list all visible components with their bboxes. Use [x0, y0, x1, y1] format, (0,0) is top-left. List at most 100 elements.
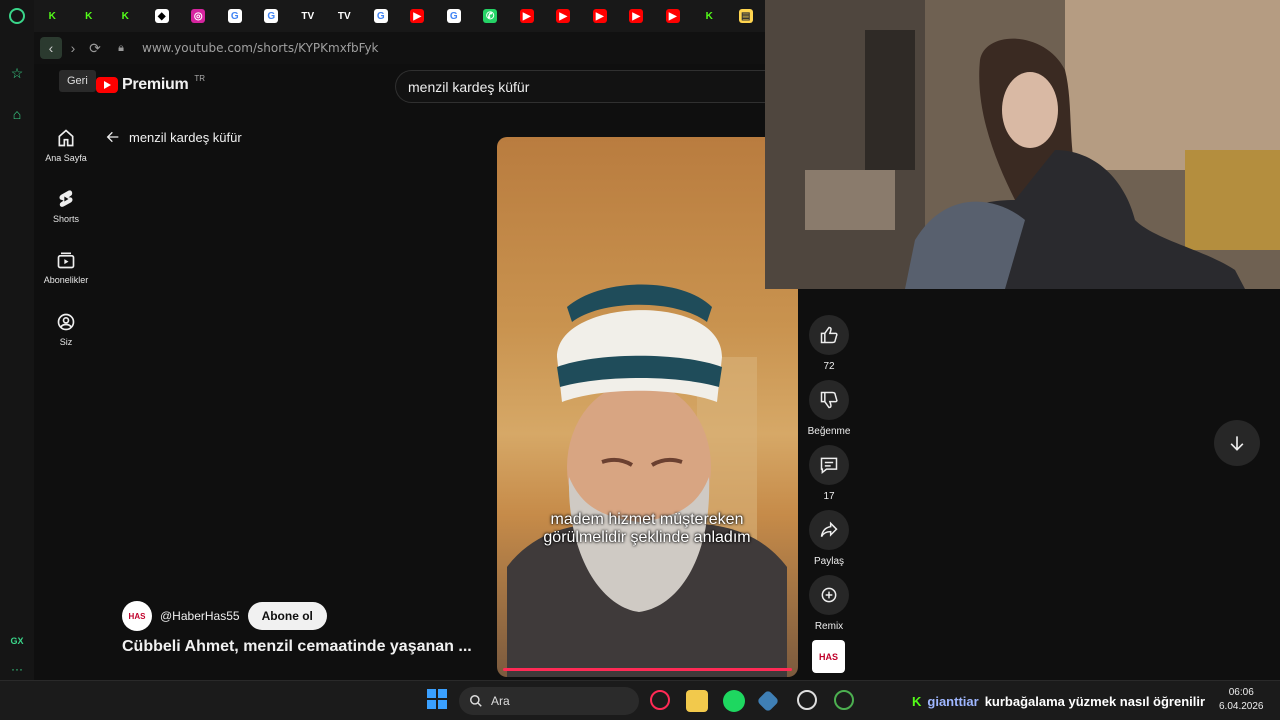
comments-action[interactable]: 17 — [808, 445, 850, 502]
like-button[interactable] — [809, 315, 849, 355]
browser-tab[interactable]: G — [253, 0, 290, 32]
sidebar-label: Abonelikler — [43, 275, 89, 285]
chrome-icon[interactable] — [834, 690, 854, 710]
subscriptions-icon — [57, 252, 75, 269]
shorts-icon — [59, 190, 73, 207]
share-label: Paylaş — [813, 556, 844, 567]
browser-tab[interactable]: G — [363, 0, 400, 32]
arrow-down-icon — [1230, 436, 1244, 451]
webcam-overlay — [765, 0, 1280, 289]
browser-tab[interactable]: ◆ — [144, 0, 181, 32]
remix-action[interactable]: Remix — [808, 575, 850, 632]
sidebar-label: Ana Sayfa — [45, 153, 87, 163]
google-icon: G — [446, 9, 461, 23]
star-icon[interactable]: ☆ — [8, 64, 26, 82]
back-tooltip: Geri — [59, 70, 96, 92]
clock-time: 06:06 — [1228, 687, 1254, 698]
video-progress-bar[interactable] — [503, 668, 792, 671]
channel-thumbnail[interactable]: HAS — [812, 640, 845, 673]
obs-icon[interactable] — [797, 690, 817, 710]
kick-icon: K — [912, 694, 922, 709]
remix-label: Remix — [814, 621, 844, 632]
gx-label[interactable]: GX — [8, 632, 26, 650]
sidebar-item-subscriptions[interactable]: Abonelikler — [40, 250, 92, 285]
share-action[interactable]: Paylaş — [808, 510, 850, 567]
comments-button[interactable] — [809, 445, 849, 485]
comment-icon — [820, 457, 838, 475]
browser-tab[interactable]: K — [34, 0, 71, 32]
search-input[interactable]: menzil kardeş küfür — [395, 70, 775, 103]
forward-button[interactable]: › — [62, 37, 84, 59]
taskbar-search-placeholder: Ara — [491, 694, 510, 708]
browser-tab[interactable]: K — [107, 0, 144, 32]
file-explorer-icon[interactable] — [686, 690, 708, 712]
browser-tab[interactable]: ✆ — [472, 0, 509, 32]
arrow-left-icon[interactable] — [105, 129, 121, 145]
sidebar-item-shorts[interactable]: Shorts — [40, 189, 92, 224]
back-button[interactable]: ‹ — [40, 37, 62, 59]
browser-tab[interactable]: ▶ — [618, 0, 655, 32]
youtube-icon: ▶ — [519, 9, 534, 23]
browser-tab[interactable]: ▶ — [655, 0, 692, 32]
spotify-icon[interactable] — [723, 690, 745, 712]
account-icon — [57, 313, 75, 331]
tab-strip: K K K ◆ ◎ G G TV TV G ▶ G ✆ ▶ ▶ ▶ ▶ ▶ K ▤ — [34, 0, 765, 32]
browser-tab[interactable]: ▤ — [728, 0, 765, 32]
browser-tab[interactable]: G — [217, 0, 254, 32]
chat-message: kurbağalama yüzmek nasıl öğrenilir — [984, 694, 1206, 709]
like-count: 72 — [823, 361, 835, 372]
whatsapp-icon: ✆ — [483, 9, 498, 23]
browser-tab[interactable]: ▶ — [582, 0, 619, 32]
chat-username: gianttiar — [927, 694, 979, 709]
browser-tab[interactable]: K — [71, 0, 108, 32]
browser-tab[interactable]: ▶ — [399, 0, 436, 32]
dislike-button[interactable] — [809, 380, 849, 420]
sidebar-label: Siz — [59, 337, 73, 347]
sidebar-item-home[interactable]: Ana Sayfa — [40, 128, 92, 163]
reload-icon[interactable]: ⟳ — [84, 37, 106, 59]
remix-icon — [821, 587, 837, 603]
windows-start-icon[interactable] — [426, 688, 448, 710]
kick-icon: K — [121, 10, 129, 22]
webcam-image — [765, 0, 1280, 289]
opera-sidebar: ☆ ⌂ GX ··· — [0, 0, 34, 680]
lock-icon[interactable]: 🔒︎ — [110, 37, 132, 59]
like-action[interactable]: 72 — [808, 315, 850, 372]
channel-avatar[interactable]: HAS — [122, 601, 152, 631]
opera-gx-taskbar-icon[interactable] — [650, 690, 670, 710]
browser-tab[interactable]: K — [691, 0, 728, 32]
subscribe-button[interactable]: Abone ol — [247, 602, 327, 630]
sidebar-item-you[interactable]: Siz — [40, 312, 92, 347]
taskbar-search[interactable]: Ara — [459, 687, 639, 715]
query-header[interactable]: menzil kardeş küfür — [105, 129, 242, 145]
system-clock[interactable]: 06:06 6.04.2026 — [1219, 686, 1264, 714]
browser-tab[interactable]: ▶ — [545, 0, 582, 32]
next-video-button[interactable] — [1214, 420, 1260, 466]
kick-icon: K — [48, 10, 56, 22]
address-bar: ‹ › ⟳ 🔒︎ www.youtube.com/shorts/KYPKmxfb… — [34, 32, 765, 64]
windows-logo-icon — [427, 689, 447, 709]
app-icon: ◆ — [154, 9, 169, 23]
more-icon[interactable]: ··· — [8, 660, 26, 678]
share-icon — [820, 521, 838, 538]
browser-tab[interactable]: TV — [326, 0, 363, 32]
short-video-player[interactable]: madem hizmet müştereken görülmelidir şek… — [497, 137, 798, 677]
sidebar-tool-icon[interactable]: ⌂ — [8, 105, 26, 123]
youtube-icon: ▶ — [556, 9, 571, 23]
youtube-logo[interactable]: Premium TR — [96, 74, 205, 94]
opera-logo-icon[interactable] — [9, 8, 25, 24]
browser-tab[interactable]: ▶ — [509, 0, 546, 32]
remix-button[interactable] — [809, 575, 849, 615]
browser-tab[interactable]: G — [436, 0, 473, 32]
dislike-action[interactable]: Beğenme — [802, 380, 856, 437]
youtube-play-icon — [96, 77, 118, 93]
youtube-icon: ▶ — [629, 9, 644, 23]
url-field[interactable]: www.youtube.com/shorts/KYPKmxfbFyk — [142, 41, 379, 55]
channel-handle[interactable]: @HaberHas55 — [160, 609, 240, 623]
share-button[interactable] — [809, 510, 849, 550]
browser-tab[interactable]: TV — [290, 0, 327, 32]
kick-icon: K — [85, 10, 93, 22]
video-title[interactable]: Cübbeli Ahmet, menzil cemaatinde yaşanan… — [122, 638, 472, 656]
google-icon: G — [373, 9, 388, 23]
browser-tab[interactable]: ◎ — [180, 0, 217, 32]
